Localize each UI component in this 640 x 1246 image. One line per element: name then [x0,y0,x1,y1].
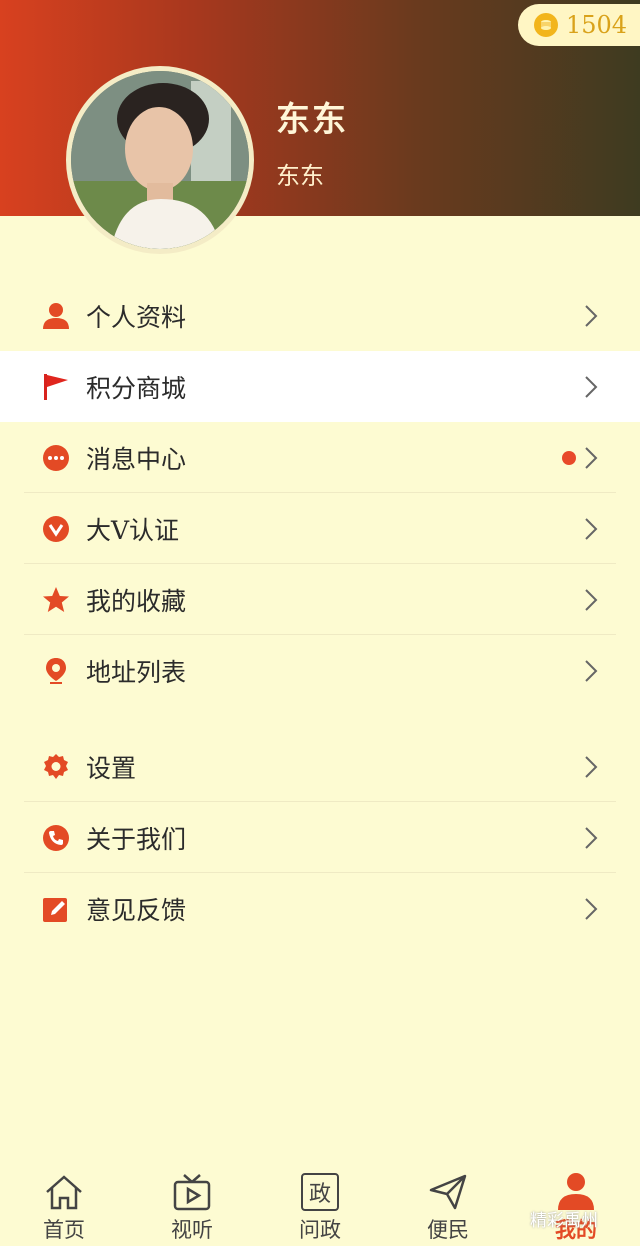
flag-icon [42,373,70,401]
tab-av[interactable]: 视听 [128,1160,256,1246]
edit-icon [42,895,70,923]
menu-item-feedback[interactable]: 意见反馈 [0,873,640,944]
menu-item-addresses[interactable]: 地址列表 [0,635,640,706]
coin-icon [534,13,558,37]
menu-item-verification[interactable]: 大V认证 [0,493,640,564]
tab-label: 便民 [427,1218,469,1242]
menu-item-settings[interactable]: 设置 [0,731,640,802]
bottom-tab-bar: 首页 视听 政 问政 便民 我的 [0,1160,640,1246]
zheng-glyph: 政 [301,1173,339,1211]
tab-label: 视听 [171,1218,213,1242]
points-badge[interactable]: 1504 [518,4,640,46]
menu-item-label: 消息中心 [86,444,187,474]
star-icon [42,586,70,614]
menu-item-label: 个人资料 [86,302,187,332]
tab-label: 问政 [299,1218,341,1242]
chevron-right-icon [584,446,598,470]
menu-item-label: 意见反馈 [86,895,187,925]
menu-group-main: 个人资料 积分商城 消息中心 大V认证 我的收藏 地址列表 [0,280,640,706]
tab-me[interactable]: 我的 [512,1160,640,1246]
chevron-right-icon [584,897,598,921]
menu-item-profile[interactable]: 个人资料 [0,280,640,351]
menu-item-about[interactable]: 关于我们 [0,802,640,873]
tab-home[interactable]: 首页 [0,1160,128,1246]
tv-play-icon [172,1172,212,1212]
chevron-right-icon [584,517,598,541]
profile-nickname: 东东 [276,162,324,190]
phone-icon [42,824,70,852]
tab-bianmin[interactable]: 便民 [384,1160,512,1246]
menu-item-favorites[interactable]: 我的收藏 [0,564,640,635]
profile-name: 东东 [276,100,348,140]
menu-item-messages[interactable]: 消息中心 [0,422,640,493]
tab-wenzheng[interactable]: 政 问政 [256,1160,384,1246]
tab-label: 首页 [43,1218,85,1242]
chevron-right-icon [584,304,598,328]
menu-item-label: 大V认证 [86,515,180,545]
chevron-right-icon [584,659,598,683]
menu-item-label: 积分商城 [86,373,187,403]
gear-icon [42,753,70,781]
menu-item-label: 设置 [86,753,137,783]
location-pin-icon [42,657,70,685]
send-icon [428,1172,468,1212]
avatar[interactable] [66,66,254,254]
chevron-right-icon [584,755,598,779]
person-icon [42,302,70,330]
chevron-right-icon [584,588,598,612]
chevron-right-icon [584,826,598,850]
menu-item-label: 关于我们 [86,824,187,854]
home-icon [44,1172,84,1212]
message-icon [42,444,70,472]
menu-item-label: 地址列表 [86,657,187,687]
points-value: 1504 [566,11,628,39]
menu-group-other: 设置 关于我们 意见反馈 [0,731,640,944]
zheng-icon: 政 [300,1172,340,1212]
watermark: 精彩禹州 [530,1211,598,1231]
verified-v-icon [42,515,70,543]
menu-item-label: 我的收藏 [86,586,187,616]
chevron-right-icon [584,375,598,399]
unread-dot [562,450,576,465]
menu-item-points-mall[interactable]: 积分商城 [0,351,640,422]
